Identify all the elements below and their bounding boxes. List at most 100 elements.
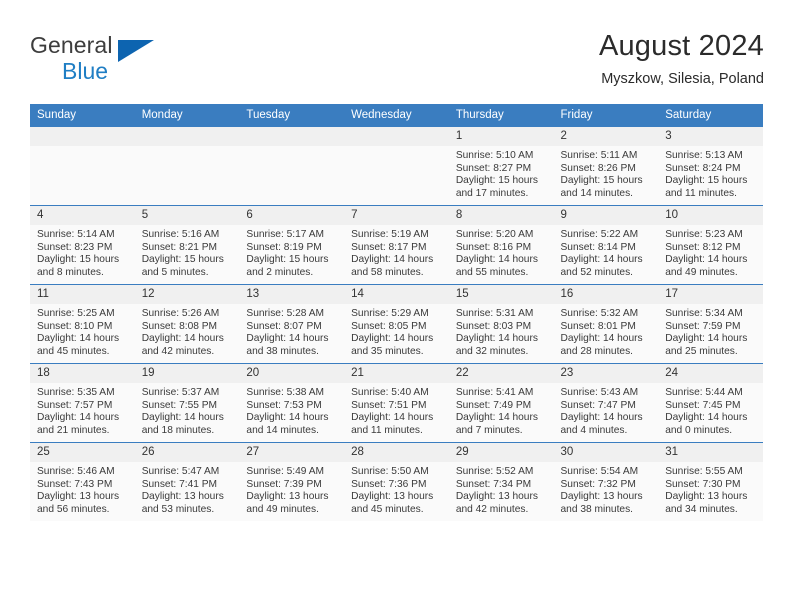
day-sunrise-text: Sunrise: 5:20 AM bbox=[455, 229, 534, 240]
day-daylight1-text: Daylight: 13 hours bbox=[37, 491, 120, 503]
brand-logo[interactable]: General Blue bbox=[30, 32, 270, 94]
day-daylight1-text: Daylight: 14 hours bbox=[455, 412, 538, 424]
day-sunrise-text: Sunrise: 5:44 AM bbox=[665, 387, 743, 398]
calendar-day-cell[interactable]: 30 Sunrise: 5:54 AM Sunset: 7:32 PM Dayligh… bbox=[553, 442, 659, 521]
calendar-day-cell[interactable]: 3 Sunrise: 5:13 AM Sunset: 8:24 PM Daylight… bbox=[658, 126, 763, 206]
day-sunset-text: Sunset: 8:08 PM bbox=[141, 320, 218, 332]
day-sun-info: Sunrise: 5:10 AM Sunset: 8:27 PM Daylight:… bbox=[449, 146, 554, 200]
day-number: 6 bbox=[239, 206, 345, 225]
day-sunset-text: Sunset: 7:45 PM bbox=[665, 399, 741, 411]
calendar-day-cell[interactable]: 28 Sunrise: 5:50 AM Sunset: 7:36 PM Dayligh… bbox=[344, 442, 449, 521]
calendar-day-cell[interactable]: 19 Sunrise: 5:37 AM Sunset: 7:55 PM Dayligh… bbox=[134, 363, 240, 443]
day-box bbox=[134, 127, 240, 205]
day-sunset-text: Sunset: 7:30 PM bbox=[665, 478, 741, 490]
calendar-day-cell[interactable]: 16 Sunrise: 5:32 AM Sunset: 8:01 PM Dayligh… bbox=[553, 284, 659, 364]
calendar-week-row: 1 Sunrise: 5:10 AM Sunset: 8:27 PM Daylight… bbox=[30, 126, 763, 206]
calendar-day-cell[interactable]: 22 Sunrise: 5:41 AM Sunset: 7:49 PM Dayligh… bbox=[448, 363, 554, 443]
day-number: 12 bbox=[134, 285, 240, 304]
calendar-day-cell[interactable]: 11 Sunrise: 5:25 AM Sunset: 8:10 PM Dayligh… bbox=[30, 284, 135, 364]
calendar-day-cell[interactable]: 23 Sunrise: 5:43 AM Sunset: 7:47 PM Dayligh… bbox=[553, 363, 659, 443]
calendar-day-cell-empty bbox=[30, 126, 135, 206]
day-sunset-text: Sunset: 7:36 PM bbox=[351, 478, 427, 490]
weekday-header-saturday: Saturday bbox=[658, 104, 763, 127]
calendar-day-cell[interactable]: 29 Sunrise: 5:52 AM Sunset: 7:34 PM Dayligh… bbox=[448, 442, 554, 521]
calendar-day-cell-empty bbox=[344, 126, 449, 206]
triangle-logo-icon bbox=[118, 40, 154, 62]
day-sunrise-text: Sunrise: 5:49 AM bbox=[246, 466, 324, 477]
day-sun-info: Sunrise: 5:46 AM Sunset: 7:43 PM Daylight:… bbox=[30, 462, 135, 516]
calendar-day-cell[interactable]: 21 Sunrise: 5:40 AM Sunset: 7:51 PM Dayligh… bbox=[344, 363, 449, 443]
calendar-day-cell[interactable]: 17 Sunrise: 5:34 AM Sunset: 7:59 PM Dayligh… bbox=[658, 284, 763, 364]
day-daylight1-text: Daylight: 14 hours bbox=[37, 412, 120, 424]
calendar-day-cell[interactable]: 5 Sunrise: 5:16 AM Sunset: 8:21 PM Daylight… bbox=[134, 205, 240, 285]
day-sun-info: Sunrise: 5:35 AM Sunset: 7:57 PM Daylight:… bbox=[30, 383, 135, 437]
day-daylight1-text: Daylight: 15 hours bbox=[141, 254, 224, 266]
day-number: 5 bbox=[134, 206, 240, 225]
day-daylight2-text: and 28 minutes. bbox=[560, 345, 634, 357]
day-sun-info: Sunrise: 5:14 AM Sunset: 8:23 PM Daylight:… bbox=[30, 225, 135, 279]
calendar-day-cell[interactable]: 10 Sunrise: 5:23 AM Sunset: 8:12 PM Dayligh… bbox=[658, 205, 763, 285]
day-sunset-text: Sunset: 8:12 PM bbox=[665, 241, 741, 253]
day-sunrise-text: Sunrise: 5:29 AM bbox=[351, 308, 429, 319]
calendar-day-cell[interactable]: 12 Sunrise: 5:26 AM Sunset: 8:08 PM Dayligh… bbox=[134, 284, 240, 364]
calendar-day-cell[interactable]: 4 Sunrise: 5:14 AM Sunset: 8:23 PM Daylight… bbox=[30, 205, 135, 285]
weekday-header-sunday: Sunday bbox=[30, 104, 135, 127]
day-daylight2-text: and 21 minutes. bbox=[37, 424, 110, 436]
day-number: 28 bbox=[344, 443, 449, 462]
day-box: 4 Sunrise: 5:14 AM Sunset: 8:23 PM Daylight… bbox=[30, 206, 135, 284]
day-number bbox=[134, 127, 240, 146]
day-sun-info: Sunrise: 5:47 AM Sunset: 7:41 PM Daylight:… bbox=[135, 462, 240, 516]
calendar-day-cell[interactable]: 20 Sunrise: 5:38 AM Sunset: 7:53 PM Dayligh… bbox=[239, 363, 345, 443]
calendar-day-cell[interactable]: 31 Sunrise: 5:55 AM Sunset: 7:30 PM Dayligh… bbox=[658, 442, 763, 521]
day-sunset-text: Sunset: 8:03 PM bbox=[455, 320, 532, 332]
calendar-day-cell[interactable]: 26 Sunrise: 5:47 AM Sunset: 7:41 PM Dayligh… bbox=[134, 442, 240, 521]
calendar-day-cell[interactable]: 6 Sunrise: 5:17 AM Sunset: 8:19 PM Daylight… bbox=[239, 205, 345, 285]
day-box: 25 Sunrise: 5:46 AM Sunset: 7:43 PM Dayligh… bbox=[30, 443, 135, 521]
calendar-day-cell[interactable]: 14 Sunrise: 5:29 AM Sunset: 8:05 PM Dayligh… bbox=[344, 284, 449, 364]
day-sunrise-text: Sunrise: 5:47 AM bbox=[141, 466, 220, 477]
calendar-day-cell[interactable]: 13 Sunrise: 5:28 AM Sunset: 8:07 PM Dayligh… bbox=[239, 284, 345, 364]
day-sunrise-text: Sunrise: 5:25 AM bbox=[37, 308, 115, 319]
day-sunset-text: Sunset: 7:32 PM bbox=[560, 478, 636, 490]
calendar-day-cell[interactable]: 15 Sunrise: 5:31 AM Sunset: 8:03 PM Dayligh… bbox=[448, 284, 554, 364]
calendar-day-cell[interactable]: 25 Sunrise: 5:46 AM Sunset: 7:43 PM Dayligh… bbox=[30, 442, 135, 521]
day-sun-info: Sunrise: 5:11 AM Sunset: 8:26 PM Daylight:… bbox=[554, 146, 659, 200]
day-sunrise-text: Sunrise: 5:46 AM bbox=[37, 466, 115, 477]
calendar-day-cell[interactable]: 7 Sunrise: 5:19 AM Sunset: 8:17 PM Daylight… bbox=[344, 205, 449, 285]
day-box: 16 Sunrise: 5:32 AM Sunset: 8:01 PM Dayligh… bbox=[553, 285, 659, 363]
day-daylight2-text: and 5 minutes. bbox=[141, 266, 209, 278]
day-sun-info: Sunrise: 5:20 AM Sunset: 8:16 PM Daylight:… bbox=[449, 225, 554, 279]
day-number: 24 bbox=[658, 364, 763, 383]
day-box: 2 Sunrise: 5:11 AM Sunset: 8:26 PM Daylight… bbox=[553, 127, 659, 205]
calendar-day-cell[interactable]: 8 Sunrise: 5:20 AM Sunset: 8:16 PM Daylight… bbox=[448, 205, 554, 285]
day-sun-info: Sunrise: 5:28 AM Sunset: 8:07 PM Daylight:… bbox=[239, 304, 344, 358]
calendar-day-cell[interactable]: 18 Sunrise: 5:35 AM Sunset: 7:57 PM Dayligh… bbox=[30, 363, 135, 443]
day-sun-info: Sunrise: 5:16 AM Sunset: 8:21 PM Daylight:… bbox=[135, 225, 240, 279]
day-daylight2-text: and 42 minutes. bbox=[141, 345, 215, 357]
day-daylight2-text: and 11 minutes. bbox=[665, 187, 737, 199]
day-sunrise-text: Sunrise: 5:34 AM bbox=[665, 308, 743, 319]
day-number bbox=[239, 127, 345, 146]
calendar-day-cell[interactable]: 27 Sunrise: 5:49 AM Sunset: 7:39 PM Dayligh… bbox=[239, 442, 345, 521]
day-sunset-text: Sunset: 7:51 PM bbox=[351, 399, 427, 411]
calendar-day-cell[interactable]: 2 Sunrise: 5:11 AM Sunset: 8:26 PM Daylight… bbox=[553, 126, 659, 206]
day-sunrise-text: Sunrise: 5:31 AM bbox=[455, 308, 534, 319]
calendar-day-cell[interactable]: 9 Sunrise: 5:22 AM Sunset: 8:14 PM Daylight… bbox=[553, 205, 659, 285]
day-daylight2-text: and 42 minutes. bbox=[455, 503, 529, 515]
day-daylight1-text: Daylight: 15 hours bbox=[455, 175, 538, 187]
day-box: 11 Sunrise: 5:25 AM Sunset: 8:10 PM Dayligh… bbox=[30, 285, 135, 363]
day-daylight1-text: Daylight: 15 hours bbox=[37, 254, 120, 266]
day-sunrise-text: Sunrise: 5:10 AM bbox=[455, 150, 534, 161]
day-sunrise-text: Sunrise: 5:22 AM bbox=[560, 229, 639, 240]
day-sun-info: Sunrise: 5:38 AM Sunset: 7:53 PM Daylight:… bbox=[239, 383, 344, 437]
day-box: 5 Sunrise: 5:16 AM Sunset: 8:21 PM Daylight… bbox=[134, 206, 240, 284]
day-sunrise-text: Sunrise: 5:52 AM bbox=[455, 466, 534, 477]
day-sunset-text: Sunset: 8:01 PM bbox=[560, 320, 636, 332]
day-number: 15 bbox=[448, 285, 554, 304]
brand-name-general: General bbox=[30, 32, 113, 58]
calendar-day-cell[interactable]: 24 Sunrise: 5:44 AM Sunset: 7:45 PM Dayligh… bbox=[658, 363, 763, 443]
day-daylight2-text: and 58 minutes. bbox=[351, 266, 424, 278]
calendar-day-cell[interactable]: 1 Sunrise: 5:10 AM Sunset: 8:27 PM Daylight… bbox=[448, 126, 554, 206]
day-number: 21 bbox=[344, 364, 449, 383]
day-sun-info: Sunrise: 5:26 AM Sunset: 8:08 PM Daylight:… bbox=[135, 304, 240, 358]
